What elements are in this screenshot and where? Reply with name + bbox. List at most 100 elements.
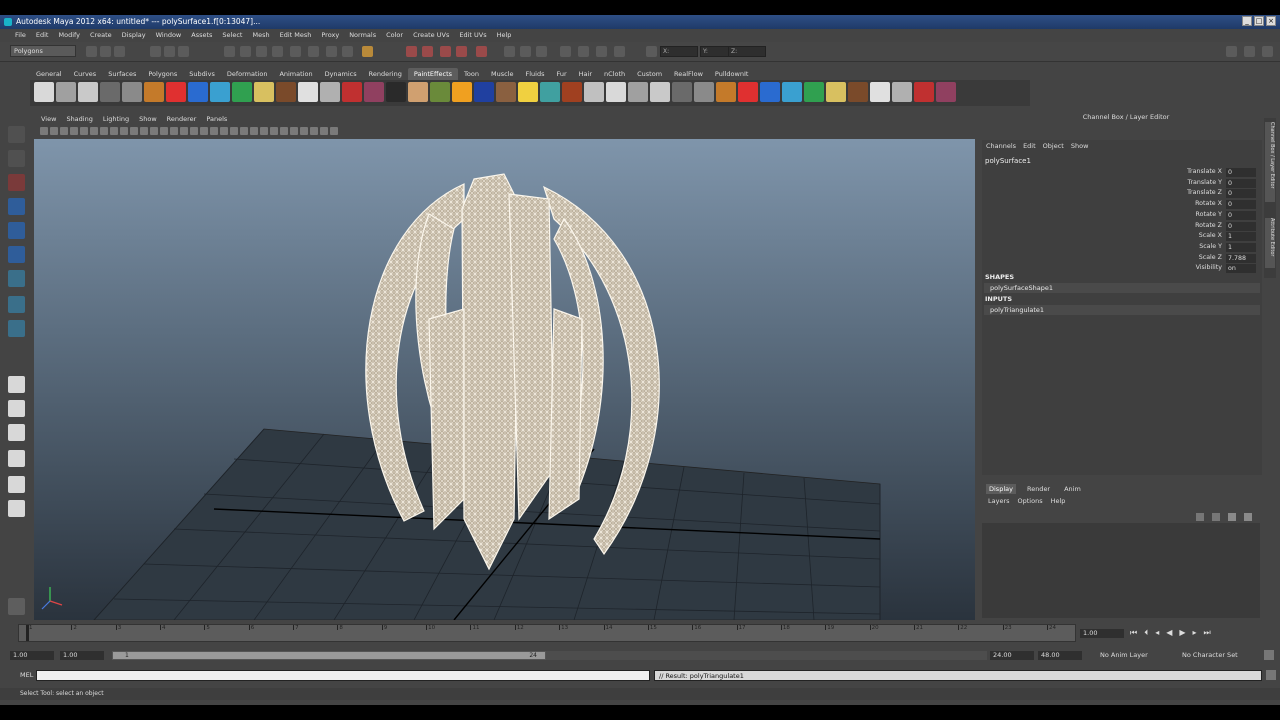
shelf-tab-rendering[interactable]: Rendering	[363, 68, 408, 80]
minimize-button[interactable]: _	[1242, 16, 1252, 26]
shelf-tab-hair[interactable]: Hair	[573, 68, 598, 80]
menu-help[interactable]: Help	[492, 29, 517, 41]
shelf-tool-6-icon[interactable]	[144, 82, 164, 102]
menu-assets[interactable]: Assets	[186, 29, 217, 41]
new-layer-icon[interactable]	[1228, 513, 1236, 521]
shelf-tool-21-icon[interactable]	[474, 82, 494, 102]
viewport-tool-2-icon[interactable]	[50, 127, 58, 135]
render-globals-icon[interactable]	[476, 46, 487, 57]
tab-channel-box[interactable]: Channel Box / Layer Editor	[1265, 122, 1275, 202]
viewport-tool-14-icon[interactable]	[170, 127, 178, 135]
single-perspective-layout-icon[interactable]	[8, 376, 25, 393]
sidebar-toggle-icon[interactable]	[536, 46, 547, 57]
snap-view-plane-icon[interactable]	[272, 46, 283, 57]
shelf-tool-24-icon[interactable]	[540, 82, 560, 102]
viewport-tool-20-icon[interactable]	[230, 127, 238, 135]
shelf-tab-fluids[interactable]: Fluids	[519, 68, 550, 80]
viewport-menu-lighting[interactable]: Lighting	[98, 114, 134, 124]
attr-label-rotate-x[interactable]: Rotate X	[1150, 200, 1222, 207]
attr-value-scale-z[interactable]: 7.788	[1226, 253, 1256, 263]
input-line-icon[interactable]	[504, 46, 515, 57]
rotate-tool-icon[interactable]	[8, 222, 25, 239]
shelf-tool-11-icon[interactable]	[254, 82, 274, 102]
x-field[interactable]: X:	[660, 46, 698, 57]
show-manipulator-icon[interactable]	[8, 320, 25, 337]
shelf-tab-general[interactable]: General	[30, 68, 68, 80]
persp-graph-layout-icon[interactable]	[8, 450, 25, 467]
shelf-tool-9-icon[interactable]	[210, 82, 230, 102]
select-tool-icon[interactable]	[8, 126, 25, 143]
shelf-tool-3-icon[interactable]	[78, 82, 98, 102]
shelf-tab-realflow[interactable]: RealFlow	[668, 68, 709, 80]
viewport-menu-panels[interactable]: Panels	[201, 114, 232, 124]
step-back-key-icon[interactable]: ◂	[1155, 628, 1159, 638]
shelf-tool-34-icon[interactable]	[760, 82, 780, 102]
shelf-tool-30-icon[interactable]	[672, 82, 692, 102]
menu-create[interactable]: Create	[85, 29, 117, 41]
shelf-tab-pulldownit[interactable]: PulldownIt	[709, 68, 755, 80]
viewport-tool-28-icon[interactable]	[310, 127, 318, 135]
layer-move-down-icon[interactable]	[1212, 513, 1220, 521]
new-layer-selected-icon[interactable]	[1244, 513, 1252, 521]
shelf-tool-27-icon[interactable]	[606, 82, 626, 102]
viewport-tool-5-icon[interactable]	[80, 127, 88, 135]
shelf-tab-custom[interactable]: Custom	[631, 68, 668, 80]
shelf-tab-subdivs[interactable]: Subdivs	[183, 68, 221, 80]
shelf-tab-painteffects[interactable]: PaintEffects	[407, 68, 459, 80]
time-slider[interactable]: 1 2 3 4 5 6 7 8 9 10 11 12 13 14 15 16 17 18 19 20 21 22 23 24	[18, 624, 1076, 642]
outliner-persp-layout-icon[interactable]	[8, 500, 25, 517]
layer-list[interactable]	[982, 523, 1260, 618]
animation-preferences-icon[interactable]	[1264, 650, 1274, 660]
poly-surface-mesh[interactable]	[365, 173, 660, 571]
perspective-viewport[interactable]	[34, 139, 975, 620]
current-frame-field[interactable]: 1.00	[1080, 629, 1124, 638]
attr-value-translate-z[interactable]: 0	[1226, 189, 1256, 199]
channel-menu-object[interactable]: Object	[1043, 141, 1071, 151]
layer-menu-help[interactable]: Help	[1051, 497, 1066, 505]
scene-view[interactable]	[34, 139, 975, 620]
paint-select-tool-icon[interactable]	[8, 174, 25, 191]
viewport-tool-8-icon[interactable]	[110, 127, 118, 135]
menu-color[interactable]: Color	[381, 29, 408, 41]
attr-label-translate-z[interactable]: Translate Z	[1150, 189, 1222, 196]
menu-modify[interactable]: Modify	[53, 29, 85, 41]
layer-menu-layers[interactable]: Layers	[988, 497, 1010, 505]
shelf-tool-29-icon[interactable]	[650, 82, 670, 102]
layer-tab-render[interactable]: Render	[1024, 484, 1053, 494]
transform-field-icon[interactable]	[646, 46, 657, 57]
shelf-tab-polygons[interactable]: Polygons	[142, 68, 183, 80]
channel-menu-edit[interactable]: Edit	[1023, 141, 1043, 151]
attr-value-visibility[interactable]: on	[1226, 264, 1256, 274]
attribute-editor-toggle-icon[interactable]	[578, 46, 589, 57]
anim-layer-selector[interactable]: No Anim Layer	[1100, 651, 1148, 659]
shelf-tool-40-icon[interactable]	[892, 82, 912, 102]
attr-label-scale-y[interactable]: Scale Y	[1150, 243, 1222, 250]
shelf-tab-fur[interactable]: Fur	[550, 68, 572, 80]
viewport-menu-renderer[interactable]: Renderer	[162, 114, 202, 124]
hypershade-icon[interactable]	[440, 46, 451, 57]
menu-proxy[interactable]: Proxy	[316, 29, 344, 41]
play-forward-icon[interactable]: ▶	[1179, 628, 1185, 638]
attribute-editor-icon[interactable]	[1262, 46, 1273, 57]
viewport-menu-view[interactable]: View	[36, 114, 61, 124]
shelf-tool-25-icon[interactable]	[562, 82, 582, 102]
playback-start-field[interactable]: 1.00	[60, 651, 104, 660]
menu-edit[interactable]: Edit	[31, 29, 54, 41]
persp-outliner-layout-icon[interactable]	[8, 424, 25, 441]
menu-normals[interactable]: Normals	[344, 29, 381, 41]
move-tool-icon[interactable]	[8, 198, 25, 215]
shelf-tool-23-icon[interactable]	[518, 82, 538, 102]
viewport-tool-19-icon[interactable]	[220, 127, 228, 135]
shelf-tool-41-icon[interactable]	[914, 82, 934, 102]
snap-curve-icon[interactable]	[240, 46, 251, 57]
viewport-tool-27-icon[interactable]	[300, 127, 308, 135]
viewport-tool-30-icon[interactable]	[330, 127, 338, 135]
end-time-field[interactable]: 48.00	[1038, 651, 1082, 660]
shelf-tab-toon[interactable]: Toon	[458, 68, 485, 80]
attr-label-scale-z[interactable]: Scale Z	[1150, 254, 1222, 261]
tool-settings-toggle-icon[interactable]	[596, 46, 607, 57]
shelf-tool-35-icon[interactable]	[782, 82, 802, 102]
persp-hypershade-layout-icon[interactable]	[8, 476, 25, 493]
shelf-tool-4-icon[interactable]	[100, 82, 120, 102]
mel-label[interactable]: MEL	[20, 671, 33, 679]
